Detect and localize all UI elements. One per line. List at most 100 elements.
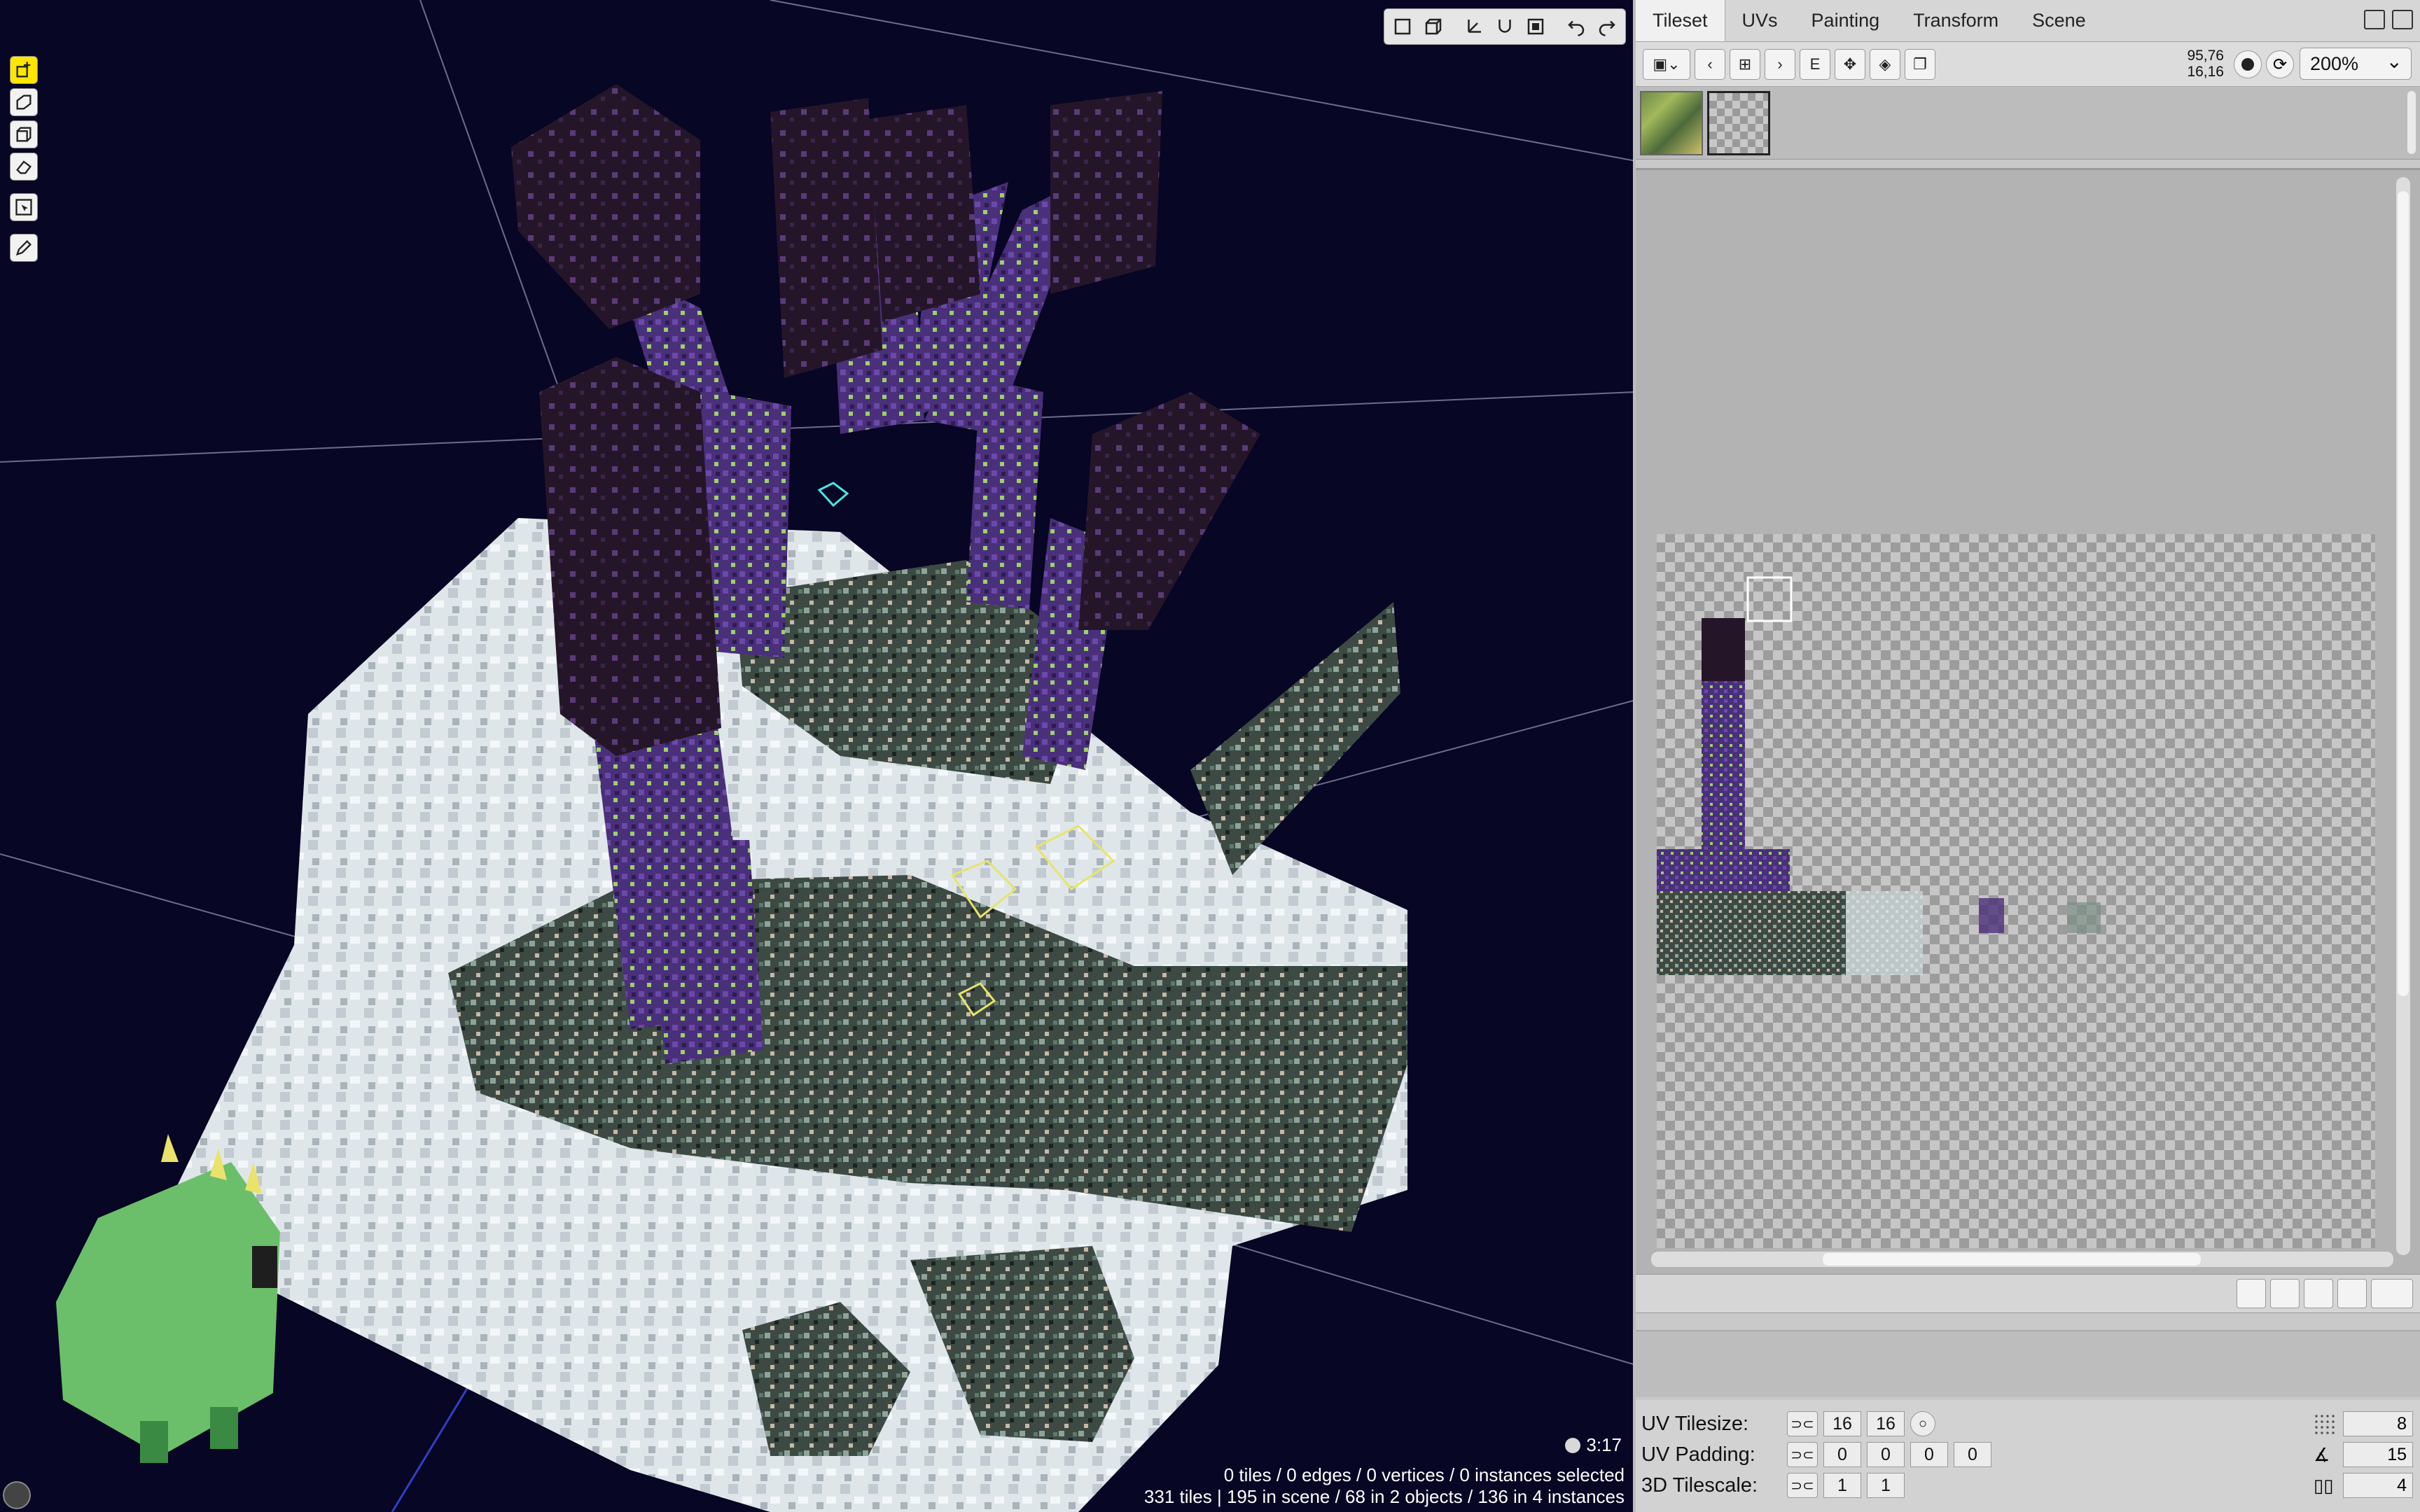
angle-icon: ∡ <box>2314 1444 2330 1465</box>
move-icon: ✥ <box>1843 55 1857 73</box>
viewport-toolbar <box>1384 8 1626 45</box>
tilescale-y[interactable]: 1 <box>1867 1473 1905 1498</box>
redo-button[interactable] <box>1593 13 1621 41</box>
coords-bottom: 16,16 <box>2187 64 2224 80</box>
3d-viewport[interactable]: 3:17 0 tiles / 0 edges / 0 vertices / 0 … <box>0 0 1636 1512</box>
erase-tool[interactable] <box>10 153 38 181</box>
clock-icon <box>1565 1437 1581 1453</box>
next-button[interactable]: › <box>1765 48 1795 80</box>
uv-tilesize-x[interactable]: 16 <box>1823 1411 1861 1436</box>
tab-painting[interactable]: Painting <box>1795 0 1897 41</box>
tab-tileset[interactable]: Tileset <box>1636 0 1725 41</box>
thumbnails-scrollbar[interactable] <box>2407 91 2416 154</box>
view-mode-cube-button[interactable] <box>1419 13 1447 41</box>
tileset-atlas-view[interactable] <box>1636 168 2420 1274</box>
uv-padding-right[interactable]: 0 <box>1867 1442 1905 1467</box>
draw-tile-icon <box>16 62 31 78</box>
rotate-button[interactable] <box>2304 1279 2333 1308</box>
chevron-right-icon: › <box>1777 55 1783 73</box>
scene-render <box>0 0 1633 1512</box>
zoom-select[interactable]: 200% <box>2300 48 2412 80</box>
solid-mode-button[interactable] <box>1522 13 1550 41</box>
book-value[interactable]: 4 <box>2343 1473 2413 1498</box>
image-menu-button[interactable]: ▣⌄ <box>1643 48 1690 80</box>
gizmo-snap-button[interactable] <box>1491 13 1519 41</box>
undo-button[interactable] <box>1562 13 1590 41</box>
clock-text: 3:17 <box>1586 1434 1622 1455</box>
link-icon[interactable]: ⊃⊂ <box>1787 1473 1818 1498</box>
tab-scene[interactable]: Scene <box>2015 0 2103 41</box>
move-button[interactable]: ✥ <box>1835 48 1865 80</box>
uv-padding-bottom[interactable]: 0 <box>1910 1442 1948 1467</box>
grid-button[interactable]: ⊞ <box>1730 48 1760 80</box>
magnet-icon <box>1498 20 1511 33</box>
flip-horizontal-button[interactable] <box>2237 1279 2266 1308</box>
link-icon[interactable]: ⊃⊂ <box>1787 1442 1818 1467</box>
uv-padding-left[interactable]: 0 <box>1954 1442 1991 1467</box>
palette-menu-button[interactable] <box>2371 1279 2413 1308</box>
tilescale-row: 3D Tilescale: ⊃⊂ 1 1 <box>1641 1471 1905 1499</box>
info-bar <box>1636 1330 2420 1397</box>
undo-icon <box>1568 20 1585 36</box>
atlas-vertical-scrollbar[interactable] <box>2396 177 2410 1255</box>
window-controls <box>2364 10 2413 29</box>
tilescale-x[interactable]: 1 <box>1823 1473 1861 1498</box>
render-clock: 3:17 <box>1565 1434 1622 1456</box>
refresh-button[interactable]: ⟳ <box>2266 50 2294 78</box>
refresh-icon: ⟳ <box>2272 55 2288 74</box>
uv-tilesize-row: UV Tilesize: ⊃⊂ 16 16 ○ <box>1641 1410 1935 1438</box>
square-icon <box>1394 18 1411 35</box>
uv-padding-row: UV Padding: ⊃⊂ 0 0 0 0 <box>1641 1441 1991 1469</box>
tileset-thumb-2[interactable] <box>1707 91 1770 155</box>
record-button[interactable] <box>2234 50 2262 78</box>
tilescale-label: 3D Tilescale: <box>1641 1474 1758 1497</box>
select-box-icon <box>15 199 32 216</box>
coords-top: 95,76 <box>2187 48 2224 64</box>
panel-tabs: Tileset UVs Painting Transform Scene <box>1636 0 2420 42</box>
grid-size-value[interactable]: 8 <box>2343 1411 2413 1436</box>
angle-snap-value[interactable]: 15 <box>2343 1442 2413 1467</box>
tileset-toolbar: ▣⌄ ‹ ⊞ › E ✥ ◈ ❐ 95,76 16,16 ⟳ 200% <box>1636 42 2420 87</box>
draw-tile-tool[interactable] <box>10 56 38 84</box>
eyedropper-tool[interactable] <box>10 234 38 262</box>
image-icon: ▣⌄ <box>1653 55 1681 73</box>
atlas-canvas <box>1657 534 2375 1248</box>
tab-transform[interactable]: Transform <box>1896 0 2015 41</box>
edit-button[interactable]: E <box>1800 48 1830 80</box>
gizmo-move-button[interactable] <box>1460 13 1488 41</box>
detach-panel-icon[interactable] <box>2392 10 2413 29</box>
scene-status: 331 tiles | 195 in scene / 68 in 2 objec… <box>1143 1486 1625 1507</box>
view-mode-flat-button[interactable] <box>1389 13 1417 41</box>
edit-letter: E <box>1809 55 1821 73</box>
atlas-horizontal-scrollbar[interactable] <box>1651 1252 2393 1267</box>
reset-button[interactable] <box>2337 1279 2367 1308</box>
copy-icon: ❐ <box>1913 55 1927 73</box>
atlas-bottom-toolbar <box>1636 1274 2420 1313</box>
tileset-panel: Tileset UVs Painting Transform Scene ▣⌄ … <box>1636 0 2420 1512</box>
viewport-corner-button[interactable] <box>3 1481 31 1509</box>
axes-icon <box>1468 20 1481 33</box>
block-tool[interactable] <box>10 120 38 148</box>
link-icon[interactable]: ⊃⊂ <box>1787 1411 1818 1436</box>
tileset-thumb-1[interactable] <box>1640 91 1703 155</box>
uv-padding-label: UV Padding: <box>1641 1443 1755 1466</box>
extrude-icon <box>16 94 32 110</box>
uv-tilesize-y[interactable]: 16 <box>1867 1411 1905 1436</box>
angle-snap-field: ∡ 15 <box>2314 1442 2413 1467</box>
prev-button[interactable]: ‹ <box>1695 48 1725 80</box>
tab-uvs[interactable]: UVs <box>1725 0 1795 41</box>
uv-tilesize-label: UV Tilesize: <box>1641 1412 1749 1435</box>
uv-padding-top[interactable]: 0 <box>1823 1442 1861 1467</box>
grid-dots-icon <box>2314 1413 2335 1434</box>
flip-vertical-button[interactable] <box>2270 1279 2300 1308</box>
extrude-tool[interactable] <box>10 88 38 116</box>
duplicate-button[interactable]: ❐ <box>1905 48 1935 80</box>
center-button[interactable]: ◈ <box>1870 48 1900 80</box>
uv-properties: UV Tilesize: ⊃⊂ 16 16 ○ UV Padding: ⊃⊂ 0… <box>1636 1400 2420 1512</box>
select-tool[interactable] <box>10 193 38 221</box>
circle-toggle-icon[interactable]: ○ <box>1910 1411 1935 1436</box>
redo-icon <box>1599 20 1615 36</box>
zoom-value: 200% <box>2310 52 2359 74</box>
book-field: ▯▯ 4 <box>2314 1473 2413 1498</box>
minimize-panel-icon[interactable] <box>2364 10 2385 29</box>
